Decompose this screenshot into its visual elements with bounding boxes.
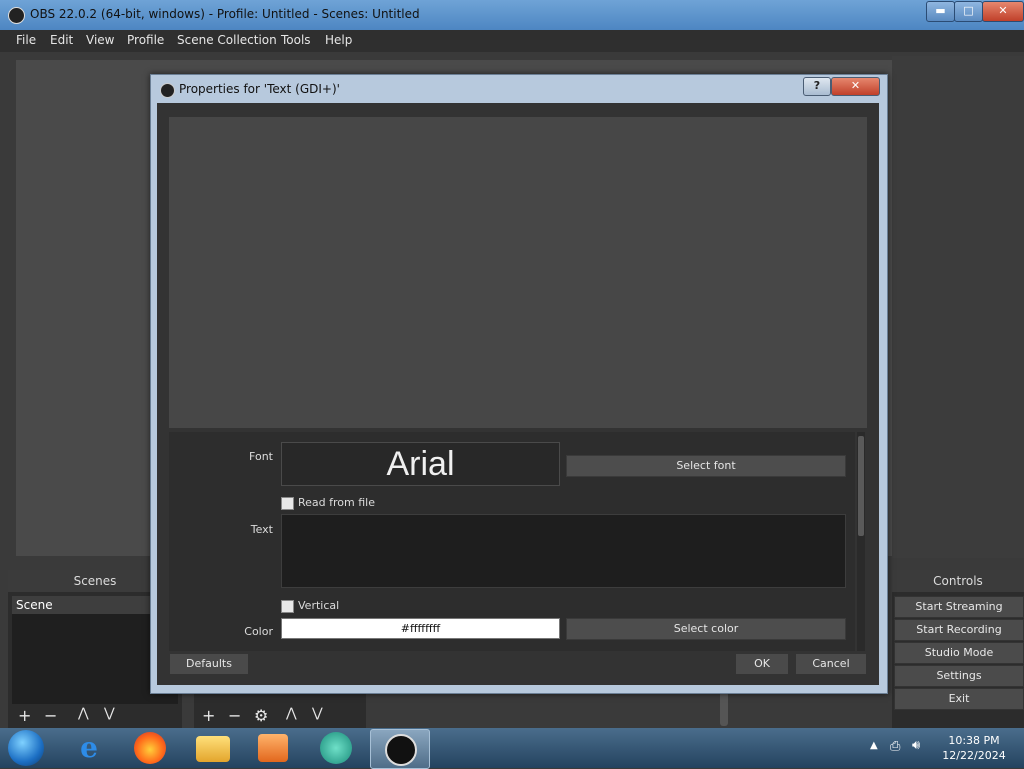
vertical-label: Vertical [298, 599, 340, 612]
menu-file[interactable]: File [16, 33, 36, 47]
network-icon[interactable]: ⎙ [890, 739, 900, 754]
help-button[interactable]: ? [803, 77, 831, 96]
start-orb-icon[interactable] [8, 730, 44, 766]
ok-button[interactable]: OK [735, 653, 789, 675]
mixer-splitter[interactable] [720, 692, 728, 726]
maximize-button[interactable]: □ [954, 1, 983, 22]
window-title: OBS 22.0.2 (64-bit, windows) - Profile: … [30, 7, 420, 21]
taskbar-clock[interactable]: 10:38 PM 12/22/2024 [936, 733, 1012, 763]
source-down-icon[interactable]: ⋁ [312, 706, 323, 721]
firefox-icon[interactable] [134, 732, 166, 764]
cancel-button[interactable]: Cancel [795, 653, 867, 675]
add-source-icon[interactable]: + [202, 706, 215, 725]
clock-time: 10:38 PM [948, 734, 1000, 747]
start-streaming-button[interactable]: Start Streaming [894, 596, 1024, 618]
source-settings-gear-icon[interactable]: ⚙ [254, 706, 268, 725]
menu-bar: File Edit View Profile Scene Collection … [0, 30, 1024, 52]
select-color-button[interactable]: Select color [566, 618, 846, 640]
menu-profile[interactable]: Profile [127, 33, 164, 47]
clock-date: 12/22/2024 [942, 749, 1006, 762]
menu-help[interactable]: Help [325, 33, 352, 47]
file-explorer-icon[interactable] [196, 736, 230, 762]
dialog-title: Properties for 'Text (GDI+)' [179, 82, 340, 96]
scene-item-label: Scene [16, 598, 53, 612]
source-preview [169, 117, 867, 428]
menu-tools[interactable]: Tools [281, 33, 311, 47]
obs-logo-icon [8, 7, 25, 24]
app-icon[interactable] [320, 732, 352, 764]
read-from-file-checkbox[interactable] [281, 497, 294, 510]
close-button[interactable]: ✕ [982, 1, 1024, 22]
exit-button[interactable]: Exit [894, 688, 1024, 710]
text-input[interactable] [281, 514, 846, 588]
font-preview: Arial [281, 442, 560, 486]
dialog-close-button[interactable]: ✕ [831, 77, 880, 96]
minimize-button[interactable]: ▬ [926, 1, 955, 22]
media-player-icon[interactable] [258, 734, 288, 762]
settings-button[interactable]: Settings [894, 665, 1024, 687]
obs-dialog-icon [160, 83, 175, 98]
color-value-field: #ffffffff [281, 618, 560, 639]
obs-icon [385, 734, 417, 766]
scrollbar-thumb[interactable] [858, 436, 864, 536]
remove-source-icon[interactable]: − [228, 706, 241, 725]
select-font-button[interactable]: Select font [566, 455, 846, 477]
remove-scene-icon[interactable]: − [44, 706, 57, 725]
read-from-file-label: Read from file [298, 496, 375, 509]
main-title-bar: OBS 22.0.2 (64-bit, windows) - Profile: … [0, 0, 1024, 30]
add-scene-icon[interactable]: + [18, 706, 31, 725]
sources-dock: + − ⚙ ⋀ ⋁ [194, 690, 366, 728]
taskbar: e ▲ ⎙ 🔊︎ [0, 728, 1024, 769]
controls-header: Controls [892, 570, 1024, 592]
font-label: Font [249, 450, 273, 463]
studio-mode-button[interactable]: Studio Mode [894, 642, 1024, 664]
preview-right-strip [892, 56, 1024, 558]
internet-explorer-icon[interactable]: e [72, 732, 106, 764]
defaults-button[interactable]: Defaults [169, 653, 249, 675]
properties-dialog: Properties for 'Text (GDI+)' ? ✕ Font Ar… [150, 74, 888, 694]
move-up-icon[interactable]: ⋀ [78, 706, 89, 721]
volume-icon[interactable]: 🔊︎ [912, 738, 920, 753]
show-hidden-icons-icon[interactable]: ▲ [870, 740, 878, 751]
vertical-checkbox[interactable] [281, 600, 294, 613]
start-recording-button[interactable]: Start Recording [894, 619, 1024, 641]
dialog-title-bar: Properties for 'Text (GDI+)' ? ✕ [151, 75, 887, 103]
obs-taskbar-button[interactable] [370, 729, 430, 769]
text-label: Text [250, 523, 273, 536]
color-label: Color [244, 625, 273, 638]
menu-view[interactable]: View [86, 33, 114, 47]
properties-panel: Font Arial Select font Read from file Te… [169, 432, 855, 651]
menu-edit[interactable]: Edit [50, 33, 73, 47]
properties-scrollbar[interactable] [857, 432, 865, 651]
menu-scene-collection[interactable]: Scene Collection [177, 33, 277, 47]
dialog-body: Font Arial Select font Read from file Te… [157, 103, 879, 685]
move-down-icon[interactable]: ⋁ [104, 706, 115, 721]
source-up-icon[interactable]: ⋀ [286, 706, 297, 721]
